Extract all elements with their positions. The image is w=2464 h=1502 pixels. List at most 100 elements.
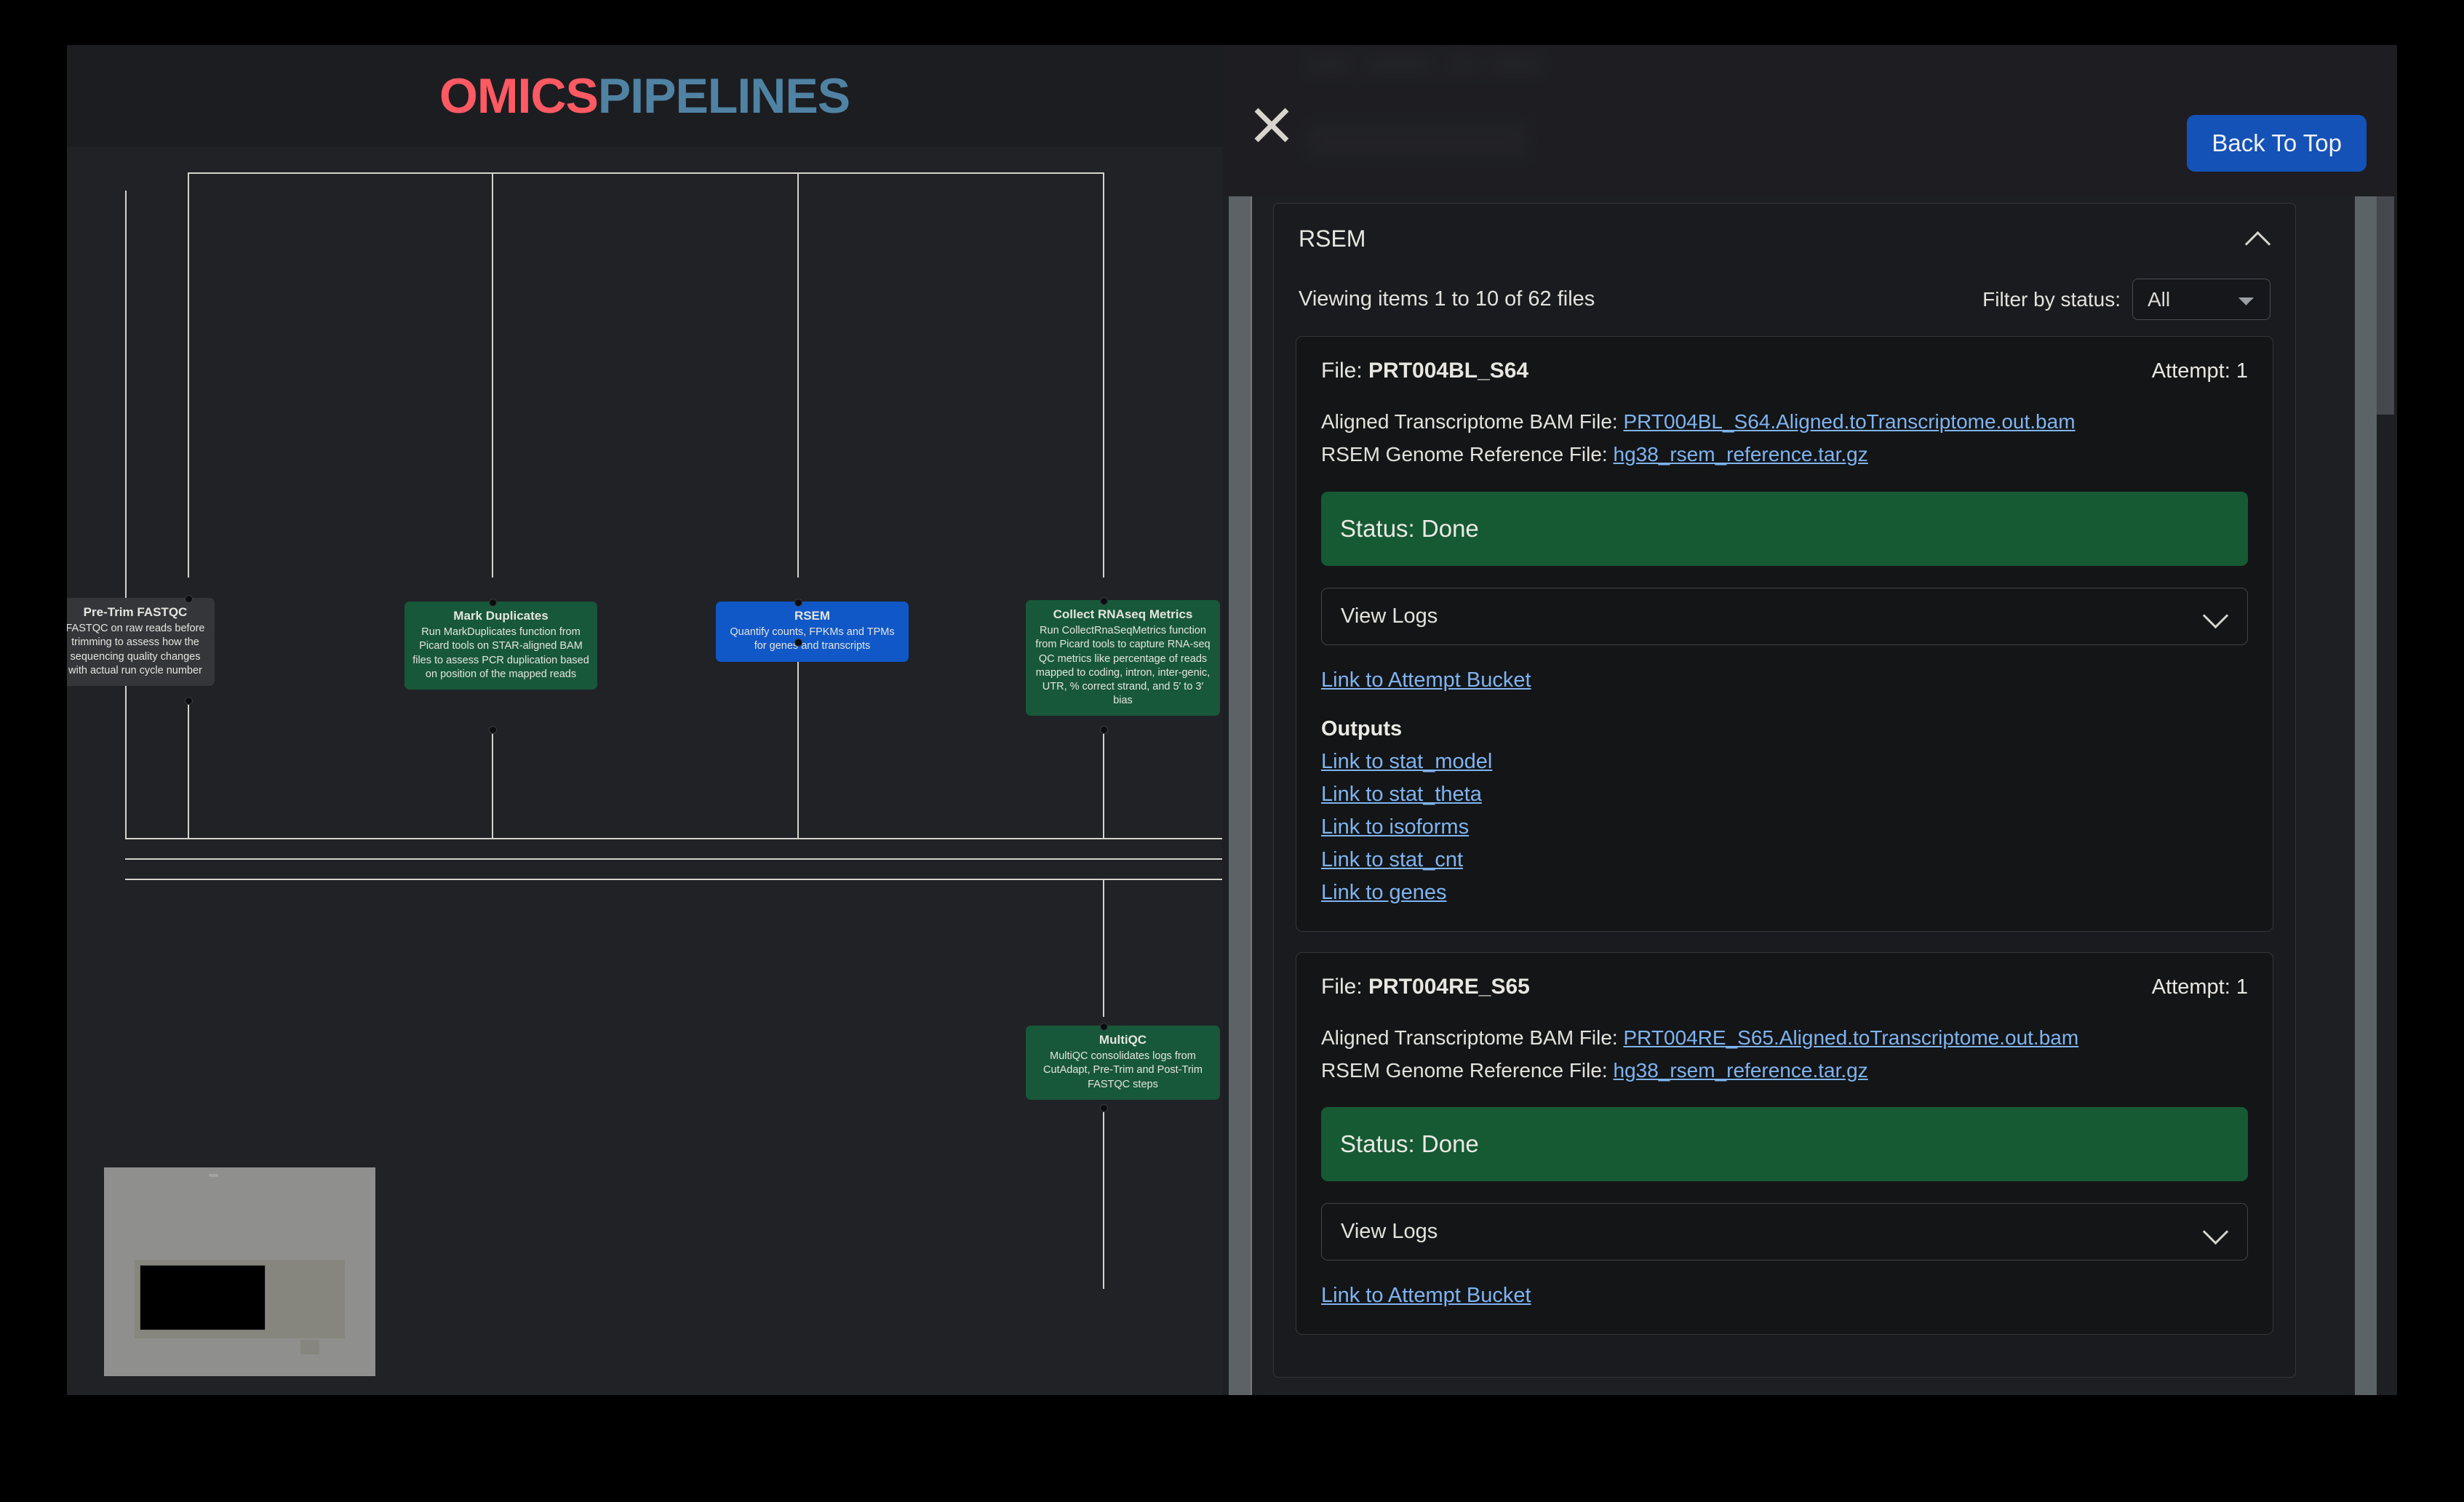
flow-edge (492, 172, 493, 278)
file-card-attempt: Attempt: 1 (2152, 359, 2248, 383)
flow-node-title: RSEM (794, 609, 831, 623)
flow-node-handle (489, 726, 497, 734)
chevron-down-icon[interactable] (2204, 608, 2228, 624)
flow-edge (1103, 278, 1104, 578)
output-link[interactable]: Link to stat_cnt (1321, 848, 2248, 872)
app-window: Pre-Trim FASTQC FASTQC on raw reads befo… (67, 45, 2397, 1395)
outputs-title: Outputs (1321, 716, 1403, 740)
filter-by-status-select[interactable]: All (2132, 279, 2270, 320)
flow-node-title: Collect RNAseq Metrics (1053, 607, 1193, 621)
file-card-attempt: Attempt: 1 (2152, 975, 2248, 999)
flow-edge (125, 191, 127, 838)
reference-file-label: RSEM Genome Reference File: (1321, 1059, 1608, 1082)
flow-edge (188, 700, 189, 838)
accordion-title: RSEM (1299, 225, 1366, 252)
flow-edge (1103, 879, 1104, 1017)
file-card-header: File: PRT004BL_S64 Attempt: 1 (1321, 359, 2248, 383)
flow-edge (797, 278, 799, 578)
flow-node-desc: Quantify counts, FPKMs and TPMs for gene… (730, 626, 895, 652)
file-name-value: PRT004BL_S64 (1368, 359, 1529, 383)
flow-node-rsem[interactable]: RSEM Quantify counts, FPKMs and TPMs for… (716, 602, 909, 662)
reference-file-label: RSEM Genome Reference File: (1321, 443, 1608, 466)
flow-node-desc: Run CollectRnaSeqMetrics function from P… (1035, 625, 1211, 706)
details-panel-scroll-area[interactable]: RSEM Viewing items 1 to 10 of 62 files F… (1222, 196, 2397, 1395)
flow-node-pre-trim-fastqc[interactable]: Pre-Trim FASTQC FASTQC on raw reads befo… (67, 598, 215, 686)
panel-left-scrollbar-edge (1251, 196, 1252, 1395)
output-link[interactable]: Link to stat_model (1321, 750, 2248, 774)
filter-group: Filter by status: All (1982, 279, 2270, 320)
bam-file-label: Aligned Transcriptome BAM File: (1321, 410, 1618, 433)
view-logs-accordion[interactable]: View Logs (1321, 587, 2248, 645)
flow-node-title: Pre-Trim FASTQC (83, 605, 188, 619)
minimap-node (208, 1174, 219, 1178)
reference-file-link[interactable]: hg38_rsem_reference.tar.gz (1614, 1059, 1868, 1082)
flow-node-collect-rnaseq-metrics[interactable]: Collect RNAseq Metrics Run CollectRnaSeq… (1026, 600, 1220, 716)
flow-node-desc: Run MarkDuplicates function from Picard … (412, 626, 589, 680)
view-logs-accordion[interactable]: View Logs (1321, 1203, 2248, 1261)
flow-node-handle (489, 599, 497, 607)
attempt-value: 1 (2236, 359, 2248, 383)
bam-file-link[interactable]: PRT004BL_S64.Aligned.toTranscriptome.out… (1624, 410, 2076, 433)
flow-edge (797, 642, 799, 838)
flow-edge (125, 858, 1222, 860)
bam-file-line: Aligned Transcriptome BAM File: PRT004RE… (1321, 1021, 2248, 1054)
flow-edge (492, 278, 493, 578)
flow-minimap[interactable] (95, 1159, 384, 1385)
list-controls: Viewing items 1 to 10 of 62 files Filter… (1296, 274, 2273, 336)
file-name-value: PRT004RE_S65 (1368, 974, 1530, 999)
file-card-name: File: PRT004RE_S65 (1321, 975, 1530, 999)
flow-edge (492, 729, 493, 838)
reference-file-line: RSEM Genome Reference File: hg38_rsem_re… (1321, 1054, 2248, 1087)
minimap-surface[interactable] (104, 1167, 375, 1376)
attempt-label: Attempt: (2151, 975, 2230, 999)
flow-node-handle (185, 595, 193, 603)
output-link[interactable]: Link to genes (1321, 881, 2248, 905)
view-logs-label: View Logs (1341, 1220, 1438, 1244)
chevron-up-icon[interactable] (2246, 231, 2270, 247)
flow-edge (797, 172, 799, 278)
details-panel: Back To Top RSEM Viewing items 1 to 10 o… (1222, 45, 2397, 1395)
attempt-label: Attempt: (2151, 359, 2230, 383)
attempt-bucket-link[interactable]: Link to Attempt Bucket (1321, 668, 1531, 692)
accordion-body-rsem: Viewing items 1 to 10 of 62 files Filter… (1274, 274, 2295, 1377)
output-link[interactable]: Link to stat_theta (1321, 783, 2248, 807)
panel-scrollbar-thumb[interactable] (2377, 196, 2394, 415)
attempt-bucket-link[interactable]: Link to Attempt Bucket (1321, 1284, 1531, 1308)
reference-file-line: RSEM Genome Reference File: hg38_rsem_re… (1321, 438, 2248, 471)
file-card: File: PRT004BL_S64 Attempt: 1 Aligned Tr… (1296, 336, 2273, 932)
minimap-viewport-rect[interactable] (140, 1264, 266, 1331)
panel-scrollbar-track[interactable] (2355, 196, 2377, 1395)
app-brand-header: OMICSPIPELINES (67, 45, 1222, 147)
flow-edge (1103, 729, 1104, 838)
flow-node-handle (1100, 1104, 1108, 1112)
file-label: File: (1321, 359, 1363, 383)
flow-node-desc: MultiQC consolidates logs from CutAdapt,… (1043, 1050, 1203, 1090)
accordion-header-rsem[interactable]: RSEM (1274, 204, 2295, 274)
flow-edge (1103, 172, 1104, 278)
flow-edge (188, 172, 1103, 174)
file-card: File: PRT004RE_S65 Attempt: 1 Aligned Tr… (1296, 951, 2273, 1335)
brand-logo-omics: OMICS (439, 68, 599, 124)
panel-left-scrollbar[interactable] (1229, 196, 1251, 1395)
reference-file-link[interactable]: hg38_rsem_reference.tar.gz (1614, 443, 1868, 466)
output-link[interactable]: Link to isoforms (1321, 815, 2248, 839)
flow-node-handle (1100, 1023, 1108, 1031)
flow-edge (125, 838, 1222, 839)
bam-file-link[interactable]: PRT004RE_S65.Aligned.toTranscriptome.out… (1624, 1026, 2079, 1049)
attempt-value: 1 (2236, 975, 2248, 999)
details-panel-header: Back To Top (1222, 45, 2397, 196)
flow-node-handle (1100, 726, 1108, 734)
flow-node-mark-duplicates[interactable]: Mark Duplicates Run MarkDuplicates funct… (404, 602, 597, 690)
close-icon[interactable] (1251, 105, 1292, 145)
chevron-down-icon[interactable] (2204, 1224, 2228, 1240)
flow-edge (188, 172, 189, 278)
brand-logo: OMICSPIPELINES (439, 68, 850, 124)
status-badge: Status: Done (1321, 491, 2248, 566)
flow-node-handle (185, 697, 193, 705)
flow-node-multiqc[interactable]: MultiQC MultiQC consolidates logs from C… (1026, 1026, 1220, 1100)
flow-node-title: Mark Duplicates (453, 609, 549, 623)
flow-node-desc: FASTQC on raw reads before trimming to a… (67, 623, 205, 676)
back-to-top-button[interactable]: Back To Top (2187, 115, 2367, 172)
file-label: File: (1321, 974, 1363, 999)
status-badge: Status: Done (1321, 1107, 2248, 1182)
